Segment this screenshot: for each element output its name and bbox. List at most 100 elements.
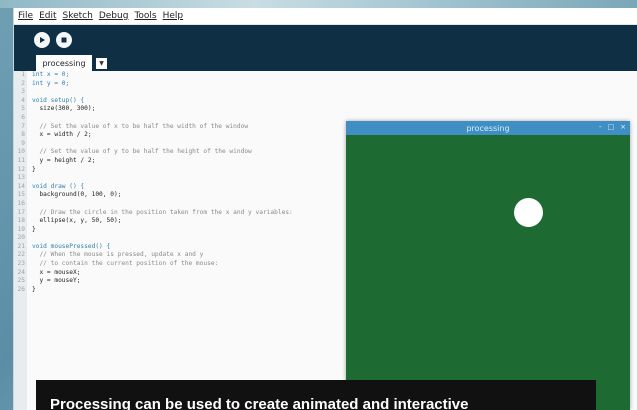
code-text: // When the mouse is pressed, update x a…	[32, 251, 204, 259]
code-line: 20	[14, 234, 293, 243]
menu-debug[interactable]: Debug	[99, 11, 129, 21]
code-line: 23 // to contain the current position of…	[14, 260, 293, 269]
code-text: }	[32, 285, 36, 293]
code-line: 18 ellipse(x, y, 50, 50);	[14, 217, 293, 226]
image-caption: Processing can be used to create animate…	[36, 380, 596, 410]
code-text: void setup() {	[32, 96, 85, 104]
code-line: 4 void setup() {	[14, 97, 293, 106]
code-text: }	[32, 225, 36, 233]
line-number: 12	[17, 165, 25, 173]
line-number: 15	[17, 191, 25, 199]
code-text: x = width / 2;	[32, 131, 92, 139]
line-number: 16	[17, 199, 25, 207]
toolbar	[14, 25, 637, 55]
code-line: 16	[14, 200, 293, 209]
code-text: // Draw the circle in the position taken…	[32, 208, 293, 216]
tab-processing[interactable]: processing	[36, 55, 92, 71]
code-text: // Set the value of x to be half the wid…	[32, 122, 249, 130]
code-text: void mousePressed() {	[32, 242, 111, 250]
code-text: // to contain the current position of th…	[32, 260, 219, 268]
sketch-ball	[514, 198, 543, 227]
line-number: 25	[17, 277, 25, 285]
code-line: 12}	[14, 166, 293, 175]
code-text: ellipse(x, y, 50, 50);	[32, 217, 122, 225]
code-line: 1 int x = 0;	[14, 71, 293, 80]
sketch-window: processing - □ ×	[346, 121, 630, 410]
menu-sketch[interactable]: Sketch	[63, 11, 93, 21]
line-number: 2	[21, 79, 25, 87]
code-text: }	[32, 165, 36, 173]
code-line: 6	[14, 114, 293, 123]
run-button[interactable]	[34, 32, 50, 48]
code-text: int y = 0;	[32, 79, 70, 87]
line-number: 19	[17, 225, 25, 233]
line-number: 22	[17, 251, 25, 259]
code-text: size(300, 300);	[32, 105, 96, 113]
code-line: 10 // Set the value of y to be half the …	[14, 148, 293, 157]
code-line: 26}	[14, 286, 293, 295]
line-number: 18	[17, 217, 25, 225]
sketch-title: processing	[466, 123, 510, 133]
line-number: 3	[21, 88, 25, 96]
code-line: 13	[14, 174, 293, 183]
code-text: int x = 0;	[32, 71, 70, 78]
code-line: 21 void mousePressed() {	[14, 243, 293, 252]
line-number: 20	[17, 234, 25, 242]
code-line: 15 background(0, 100, 0);	[14, 191, 293, 200]
line-number: 8	[21, 131, 25, 139]
stop-button[interactable]	[56, 32, 72, 48]
line-number: 17	[17, 208, 25, 216]
menu-bar: File Edit Sketch Debug Tools Help	[14, 8, 637, 25]
code-line: 11 y = height / 2;	[14, 157, 293, 166]
menu-help[interactable]: Help	[163, 11, 184, 21]
line-number: 9	[21, 139, 25, 147]
code-line: 24 x = mouseX;	[14, 269, 293, 278]
code-text: x = mouseX;	[32, 268, 81, 276]
code-line: 9	[14, 140, 293, 149]
code-lines: 1 int x = 0; 2 int y = 0; 3 4 void setup() {5 …	[14, 71, 293, 294]
tab-menu-arrow-icon[interactable]: ▼	[96, 58, 107, 69]
code-text: y = mouseY;	[32, 277, 81, 285]
sketch-title-bar[interactable]: processing - □ ×	[346, 121, 630, 135]
code-line: 7 // Set the value of x to be half the w…	[14, 123, 293, 132]
code-line: 8 x = width / 2;	[14, 131, 293, 140]
close-icon[interactable]: ×	[620, 123, 626, 131]
window-controls: - □ ×	[599, 123, 626, 131]
line-number: 11	[17, 156, 25, 164]
code-text: background(0, 100, 0);	[32, 191, 122, 199]
code-line: 19}	[14, 226, 293, 235]
maximize-icon[interactable]: □	[608, 123, 615, 131]
stop-icon	[61, 37, 67, 43]
line-number: 26	[17, 285, 25, 293]
code-line: 17 // Draw the circle in the position ta…	[14, 209, 293, 218]
code-line: 5 size(300, 300);	[14, 105, 293, 114]
desktop-backdrop	[0, 0, 637, 8]
line-number: 13	[17, 174, 25, 182]
minimize-icon[interactable]: -	[599, 123, 602, 131]
line-number: 7	[21, 122, 25, 130]
code-text: y = height / 2;	[32, 156, 96, 164]
line-number: 1	[21, 71, 25, 78]
line-number: 14	[17, 182, 25, 190]
code-line: 22 // When the mouse is pressed, update …	[14, 251, 293, 260]
line-number: 21	[17, 242, 25, 250]
line-number: 10	[17, 148, 25, 156]
code-line: 25 y = mouseY;	[14, 277, 293, 286]
code-line: 2 int y = 0;	[14, 80, 293, 89]
code-text: void draw () {	[32, 182, 85, 190]
code-line: 3	[14, 88, 293, 97]
line-number: 24	[17, 268, 25, 276]
line-number: 23	[17, 260, 25, 268]
menu-file[interactable]: File	[18, 11, 33, 21]
code-text: // Set the value of y to be half the hei…	[32, 148, 252, 156]
menu-tools[interactable]: Tools	[134, 11, 156, 21]
menu-edit[interactable]: Edit	[39, 11, 56, 21]
line-number: 4	[21, 96, 25, 104]
code-line: 14 void draw () {	[14, 183, 293, 192]
